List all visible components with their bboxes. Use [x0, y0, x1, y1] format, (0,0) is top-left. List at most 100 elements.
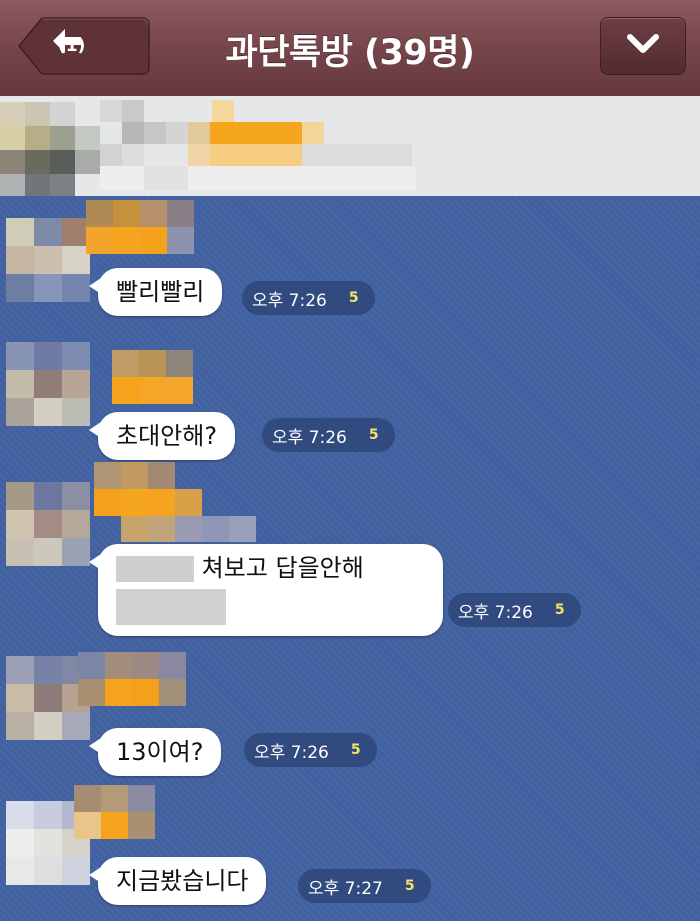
- pixel-block: [175, 516, 202, 542]
- pixel-block: [25, 126, 50, 150]
- chevron-down-icon: [626, 33, 660, 59]
- message-text: 13이여?: [116, 738, 204, 766]
- message-meta: 오후 7:26 5: [262, 418, 395, 452]
- pixel-block: [101, 812, 128, 839]
- pixel-block: [139, 377, 166, 404]
- pixel-block: [122, 100, 144, 122]
- message-text: 쳐보고 답을안해: [201, 554, 364, 582]
- pixel-block: [62, 857, 90, 885]
- unread-count: 5: [350, 742, 361, 758]
- pixel-block: [6, 510, 34, 538]
- pixel-block: [75, 150, 100, 174]
- pixel-block: [34, 218, 62, 246]
- pixel-block: [62, 538, 90, 566]
- pixel-block: [6, 684, 34, 712]
- pixel-block: [50, 126, 75, 150]
- pixel-block: [50, 174, 75, 196]
- pixel-block: [139, 350, 166, 377]
- pixel-block: [25, 174, 50, 196]
- pixel-block: [101, 785, 128, 812]
- message-time: 오후 7:26: [254, 742, 329, 763]
- pixel-block: [210, 144, 302, 166]
- sender-name-censored: [74, 462, 264, 542]
- pixel-block: [0, 126, 25, 150]
- pixel-block: [105, 679, 132, 706]
- unread-count: 5: [368, 427, 379, 443]
- chat-message: 쳐보고 답을안해 오후 7:26 5: [0, 462, 700, 656]
- pixel-block: [132, 652, 159, 679]
- pixel-block: [25, 150, 50, 174]
- pixel-block: [25, 102, 50, 126]
- pixel-block: [6, 829, 34, 857]
- notice-banner-censored[interactable]: [0, 96, 700, 196]
- message-time: 오후 7:27: [308, 878, 383, 899]
- pixel-block: [167, 200, 194, 227]
- chat-menu-button[interactable]: [600, 17, 686, 75]
- pixel-block: [94, 462, 121, 489]
- pixel-block: [148, 462, 175, 489]
- pixel-block: [128, 812, 155, 839]
- message-time: 오후 7:26: [272, 427, 347, 448]
- pixel-block: [166, 122, 188, 144]
- chat-message: 초대안해? 오후 7:26 5: [0, 336, 700, 466]
- pixel-block: [0, 174, 25, 196]
- censored-text-block: [116, 589, 226, 625]
- message-text: 지금봤습니다: [116, 867, 249, 895]
- pixel-block: [132, 679, 159, 706]
- pixel-block: [34, 538, 62, 566]
- message-bubble[interactable]: 쳐보고 답을안해: [89, 544, 443, 636]
- unread-count: 5: [348, 290, 359, 306]
- sender-name-censored: [74, 200, 224, 260]
- pixel-block: [121, 489, 148, 516]
- pixel-block: [148, 516, 175, 542]
- pixel-block: [34, 246, 62, 274]
- pixel-block: [112, 350, 139, 377]
- pixel-block: [6, 246, 34, 274]
- pixel-block: [202, 516, 229, 542]
- message-bubble[interactable]: 지금봤습니다: [88, 857, 267, 905]
- pixel-block: [6, 801, 34, 829]
- message-meta: 오후 7:26 5: [244, 733, 377, 767]
- pixel-block: [50, 102, 75, 126]
- message-meta: 오후 7:26 5: [448, 593, 581, 627]
- pixel-block: [34, 712, 62, 740]
- pixel-block: [122, 144, 144, 166]
- unread-count: 5: [404, 878, 415, 894]
- pixel-block: [6, 482, 34, 510]
- pixel-block: [166, 377, 193, 404]
- pixel-block: [113, 227, 140, 254]
- pixel-block: [62, 274, 90, 302]
- pixel-block: [94, 489, 121, 516]
- pixel-block: [212, 100, 234, 122]
- pixel-block: [105, 652, 132, 679]
- message-bubble[interactable]: 초대안해?: [88, 412, 236, 460]
- pixel-block: [0, 150, 25, 174]
- pixel-block: [74, 785, 101, 812]
- pixel-block: [140, 227, 167, 254]
- pixel-block: [159, 679, 186, 706]
- message-text: 초대안해?: [116, 422, 218, 450]
- pixel-block: [6, 712, 34, 740]
- chat-message: 빨리빨리 오후 7:26 5: [0, 196, 700, 336]
- pixel-block: [34, 656, 62, 684]
- censored-text-block: [116, 556, 194, 582]
- chat-area[interactable]: 빨리빨리 오후 7:26 5 초대안해? 오후 7:26 5 쳐보고 답을안해 …: [0, 196, 700, 921]
- pixel-block: [148, 489, 175, 516]
- pixel-block: [6, 398, 34, 426]
- sender-name-censored: [74, 785, 194, 849]
- message-bubble[interactable]: 13이여?: [88, 728, 222, 776]
- message-bubble[interactable]: 빨리빨리: [88, 268, 223, 316]
- pixel-block: [6, 370, 34, 398]
- pixel-block: [100, 100, 122, 122]
- sender-name-censored: [74, 652, 224, 716]
- sender-name-censored: [74, 350, 204, 410]
- pixel-block: [128, 785, 155, 812]
- pixel-block: [34, 857, 62, 885]
- pixel-block: [121, 516, 148, 542]
- pixel-block: [6, 538, 34, 566]
- message-time: 오후 7:26: [458, 602, 533, 623]
- pixel-block: [34, 482, 62, 510]
- pixel-block: [34, 342, 62, 370]
- pixel-block: [86, 227, 113, 254]
- pixel-block: [34, 274, 62, 302]
